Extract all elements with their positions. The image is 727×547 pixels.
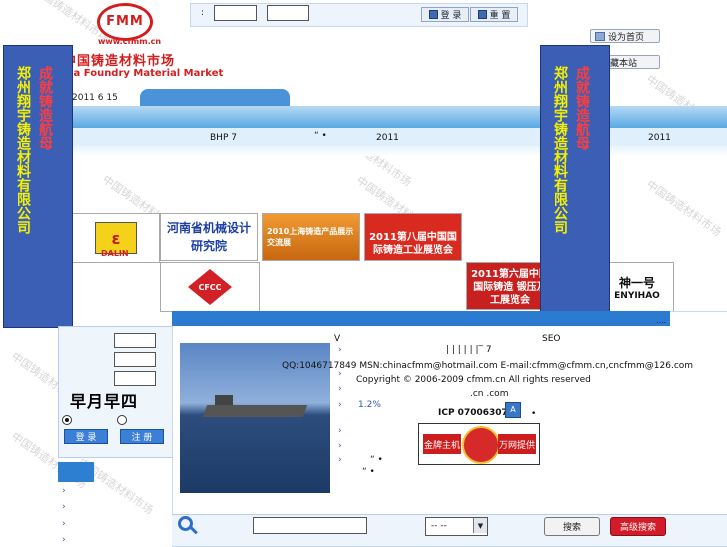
list-arrow[interactable]: › <box>338 400 342 410</box>
list-item[interactable]: › <box>62 535 66 545</box>
captcha-input[interactable] <box>114 371 156 386</box>
register-label: 注 册 <box>131 433 153 443</box>
chevron-down-icon: ▼ <box>473 518 487 533</box>
list-arrow[interactable]: › <box>338 441 342 451</box>
fmm-logo-mark[interactable]: FMM <box>97 3 153 41</box>
ad-expo-2011[interactable]: 2011第八届中国国际铸造工业展览会 <box>364 213 462 261</box>
row-note: “ • <box>370 455 383 465</box>
ticker-item[interactable]: “ • <box>314 131 327 141</box>
v-label: V <box>334 334 341 344</box>
vertical-banner-left[interactable]: 郑州翔宇铸造材料有限公司 成就铸造航母 <box>3 45 73 328</box>
radio-option-2[interactable] <box>117 415 127 425</box>
login-icon <box>428 10 438 19</box>
design-institute-label: 河南省机械设计研究院 <box>166 221 251 253</box>
ad-design-institute[interactable]: 河南省机械设计研究院 <box>160 213 258 261</box>
list-arrow[interactable]: › <box>338 345 342 355</box>
search-icon[interactable] <box>178 516 193 531</box>
list-item[interactable]: › <box>62 519 66 529</box>
ad-expo-2010[interactable]: 2010上海铸造产品展示交流展 <box>262 213 360 261</box>
ad-cfcc[interactable]: CFCC <box>160 262 260 312</box>
list-arrow[interactable]: › <box>338 455 342 465</box>
panel-password-input[interactable] <box>114 352 156 367</box>
captcha-image: 早月早四 <box>70 392 139 411</box>
list-item[interactable]: › <box>62 486 66 496</box>
logo-en-name: ina Foundry Material Market <box>63 68 224 79</box>
logo-cn-name: 中国铸造材料市场 <box>63 54 176 69</box>
date-text: 2011 6 15 <box>72 93 118 103</box>
ticker-band: BHP 7 “ • 2011 2011 <box>62 128 727 146</box>
select-value: -- -- <box>431 521 447 531</box>
percent-link[interactable]: 1.2% <box>358 400 381 410</box>
list-arrow[interactable]: › <box>338 369 342 379</box>
ad-dalin[interactable]: ε DALIN <box>72 213 160 263</box>
left-list-header <box>58 462 94 482</box>
ticker-item[interactable]: 2011 <box>648 133 671 143</box>
carrier-hull <box>202 405 308 417</box>
shenyihao-label: 神一号 <box>618 275 655 290</box>
ticker-item[interactable]: 2011 <box>376 133 399 143</box>
register-button[interactable]: 注 册 <box>120 429 164 444</box>
expo-2011-label: 2011第八届中国国际铸造工业展览会 <box>369 232 457 256</box>
more-link[interactable]: .... <box>656 316 666 325</box>
vertical-banner-right[interactable]: 郑州翔宇铸造材料有限公司 成就铸造航母 <box>540 45 610 328</box>
top-login-button[interactable]: 登 录 <box>421 7 469 22</box>
date-row: 2011 6 15 <box>62 93 727 107</box>
panel-login-label: 登 录 <box>75 433 97 443</box>
watermark: 中国铸造材料市场 <box>643 177 724 239</box>
list-arrow[interactable]: › <box>338 384 342 394</box>
password-input[interactable] <box>267 5 309 21</box>
set-home-button[interactable]: 设为首页 <box>590 29 660 43</box>
badge-right-text: 万网提供 <box>498 434 536 454</box>
panel-username-input[interactable] <box>114 333 156 348</box>
login-colon: : <box>201 8 205 18</box>
panel-login-button[interactable]: 登 录 <box>64 429 108 444</box>
logo-url: www.cfmm.cn <box>98 37 162 46</box>
cfcc-emblem: CFCC <box>188 269 232 305</box>
domains-line: .cn .com <box>470 389 509 399</box>
nav-shadow <box>62 146 727 156</box>
carrier-tower <box>215 395 233 405</box>
ticker-item[interactable]: BHP 7 <box>210 133 237 143</box>
contact-line: QQ:1046717849 MSN:chinacfmm@hotmail.com … <box>282 361 694 371</box>
set-home-label: 设为首页 <box>608 32 645 43</box>
radio-dot <box>65 418 69 422</box>
reset-label: 重 置 <box>489 11 511 21</box>
left-list: › › › › <box>58 482 173 545</box>
copyright-line: Copyright © 2006-2009 cfmm.cn All rights… <box>356 375 591 385</box>
banner-company-text: 郑州翔宇铸造材料有限公司 <box>15 66 31 234</box>
search-button[interactable]: 搜索 <box>544 517 600 536</box>
reset-button[interactable]: 重 置 <box>470 7 518 22</box>
nav-band <box>62 106 727 128</box>
hosting-badge[interactable]: 金牌主机 万网提供 <box>418 423 540 465</box>
expo-2010-label: 2010上海铸造产品展示交流展 <box>267 227 354 247</box>
banner-company-text: 郑州翔宇铸造材料有限公司 <box>552 66 568 234</box>
banner-slogan-text: 成就铸造航母 <box>574 66 590 150</box>
main-panel-header <box>172 311 670 326</box>
icp-after: • <box>531 409 537 419</box>
ad-shenyihao[interactable]: 神一号 ENYIHAO <box>600 262 674 312</box>
shenyihao-en-label: ENYIHAO <box>614 290 660 301</box>
banner-slogan-text: 成就铸造航母 <box>37 66 53 150</box>
icp-icon[interactable]: A <box>505 402 521 418</box>
row-note: “ • <box>362 467 375 477</box>
badge-logo-icon <box>462 426 500 464</box>
home-icon <box>595 31 605 41</box>
top-login-label: 登 录 <box>440 11 462 21</box>
expo-6th-label: 2011第六届中国国际铸造 锻压及工展览会 <box>471 268 549 306</box>
advanced-search-label: 高级搜索 <box>619 523 656 533</box>
list-arrow[interactable]: › <box>338 426 342 436</box>
dalin-label: DALIN <box>101 249 129 258</box>
icp-label: ICP 07006307 <box>438 408 508 418</box>
badge-left-text: 金牌主机 <box>423 434 461 454</box>
list-item[interactable]: › <box>62 502 66 512</box>
search-category-select[interactable]: -- -- ▼ <box>425 517 488 536</box>
bars-text: | | | | | |‾ 7 <box>446 345 492 355</box>
search-input[interactable] <box>253 517 367 534</box>
username-input[interactable] <box>214 5 257 21</box>
advanced-search-button[interactable]: 高级搜索 <box>610 517 666 536</box>
radio-option-1[interactable] <box>62 415 72 425</box>
seo-label: SEO <box>542 334 561 344</box>
search-button-label: 搜索 <box>562 523 581 533</box>
reset-icon <box>477 10 487 19</box>
